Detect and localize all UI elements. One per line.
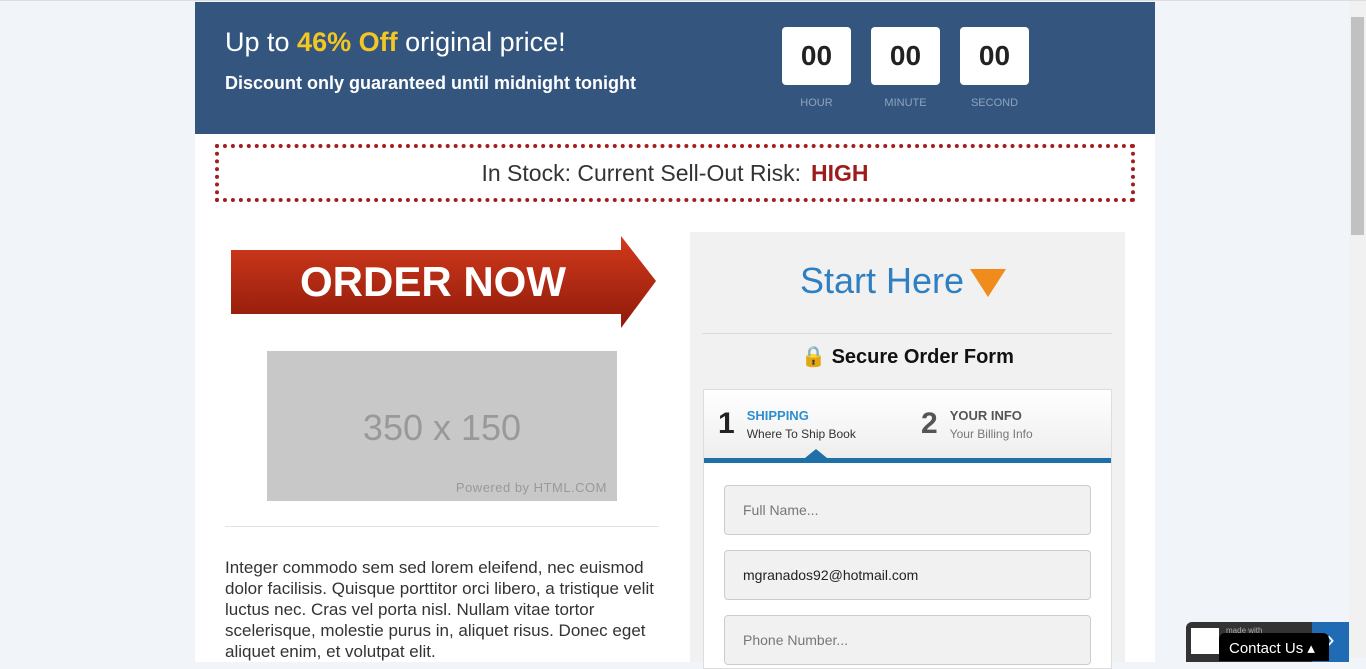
order-now-button[interactable]: ORDER NOW — [231, 236, 657, 328]
clickfunnels-logo — [1191, 628, 1219, 654]
form-card: 1 SHIPPING Where To Ship Book 2 YOUR INFO Yo… — [703, 389, 1112, 669]
discount-subtitle: Discount only guaranteed until midnight … — [225, 73, 636, 93]
secure-order-title: 🔒 Secure Order Form — [801, 346, 1014, 368]
scrollbar[interactable] — [1349, 1, 1366, 657]
step-your-info[interactable]: 2 YOUR INFO Your Billing Info — [921, 406, 1033, 442]
stock-alert: In Stock: Current Sell-Out Risk: HIGH — [215, 144, 1135, 202]
order-form-panel: Start Here 🔒 Secure Order Form 1 SHIPPING… — [690, 232, 1125, 669]
page: Up to 46% Off original price! Discount o… — [195, 2, 1155, 669]
countdown-timer: 00 HOUR 00 MINUTE 00 SECOND — [782, 27, 1029, 109]
form-steps: 1 SHIPPING Where To Ship Book 2 YOUR INFO Yo… — [704, 390, 1111, 463]
discount-amount: 46% Off — [297, 27, 398, 57]
risk-level: HIGH — [811, 160, 869, 186]
timer-hour: 00 HOUR — [782, 27, 851, 109]
step-shipping[interactable]: 1 SHIPPING Where To Ship Book — [718, 406, 856, 442]
divider — [702, 333, 1112, 334]
phone-input[interactable] — [724, 615, 1091, 665]
lock-icon: 🔒 — [801, 346, 827, 368]
start-here-heading: Start Here — [800, 260, 1007, 302]
email-input[interactable] — [724, 550, 1091, 600]
contact-us-button[interactable]: Contact Us ▴ — [1219, 633, 1329, 661]
timer-second: 00 SECOND — [960, 27, 1029, 109]
arrow-down-icon — [970, 269, 1007, 298]
active-step-indicator — [805, 449, 827, 458]
timer-minute: 00 MINUTE — [871, 27, 940, 109]
placeholder-image: 350 x 150 Powered by HTML.COM — [267, 351, 617, 501]
scrollbar-thumb[interactable] — [1351, 17, 1364, 235]
order-now-label: ORDER NOW — [300, 258, 566, 305]
discount-banner: Up to 46% Off original price! Discount o… — [195, 2, 1155, 134]
body-text: Integer commodo sem sed lorem eleifend, … — [225, 558, 654, 661]
full-name-input[interactable] — [724, 485, 1091, 535]
discount-headline: Up to 46% Off original price! — [225, 27, 566, 57]
divider — [225, 526, 659, 527]
